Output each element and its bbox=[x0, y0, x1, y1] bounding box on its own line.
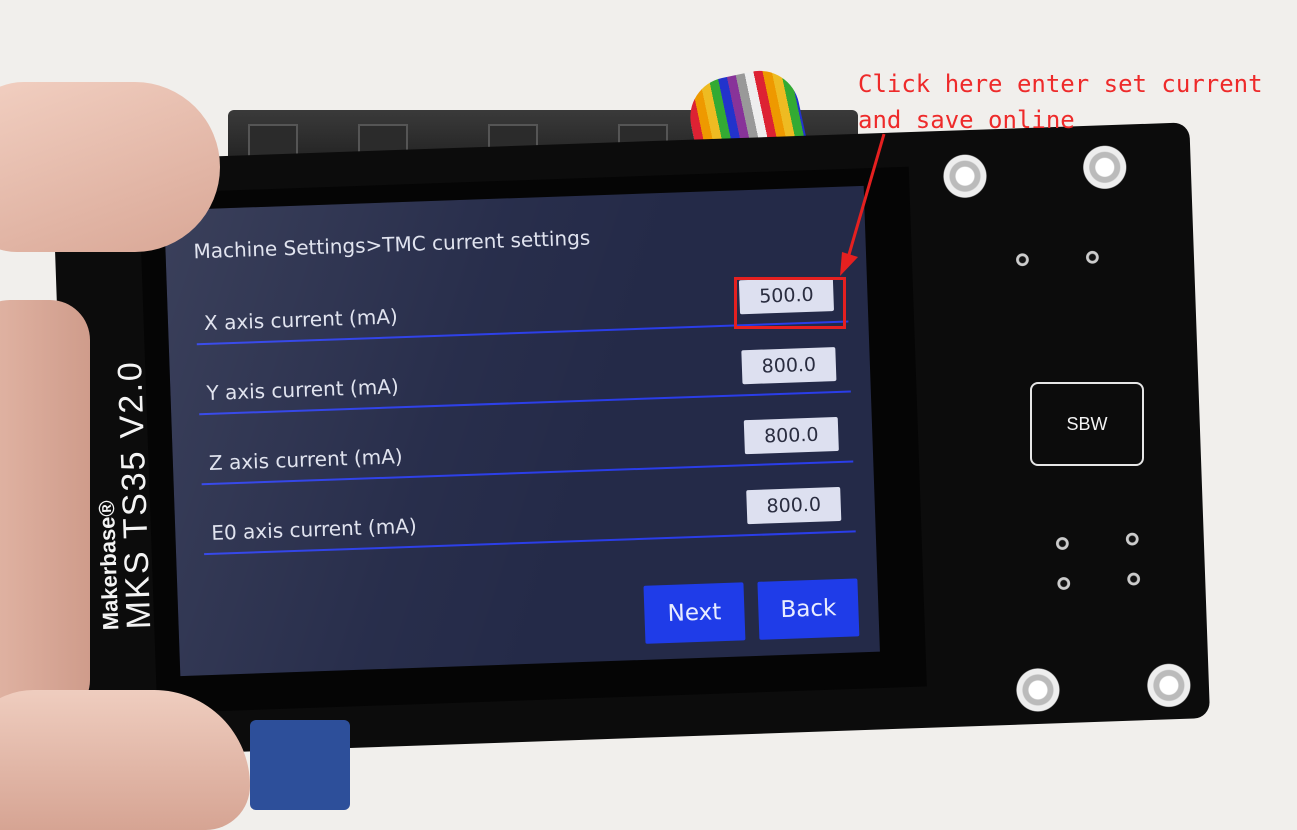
annotation-arrow-icon bbox=[840, 133, 886, 276]
